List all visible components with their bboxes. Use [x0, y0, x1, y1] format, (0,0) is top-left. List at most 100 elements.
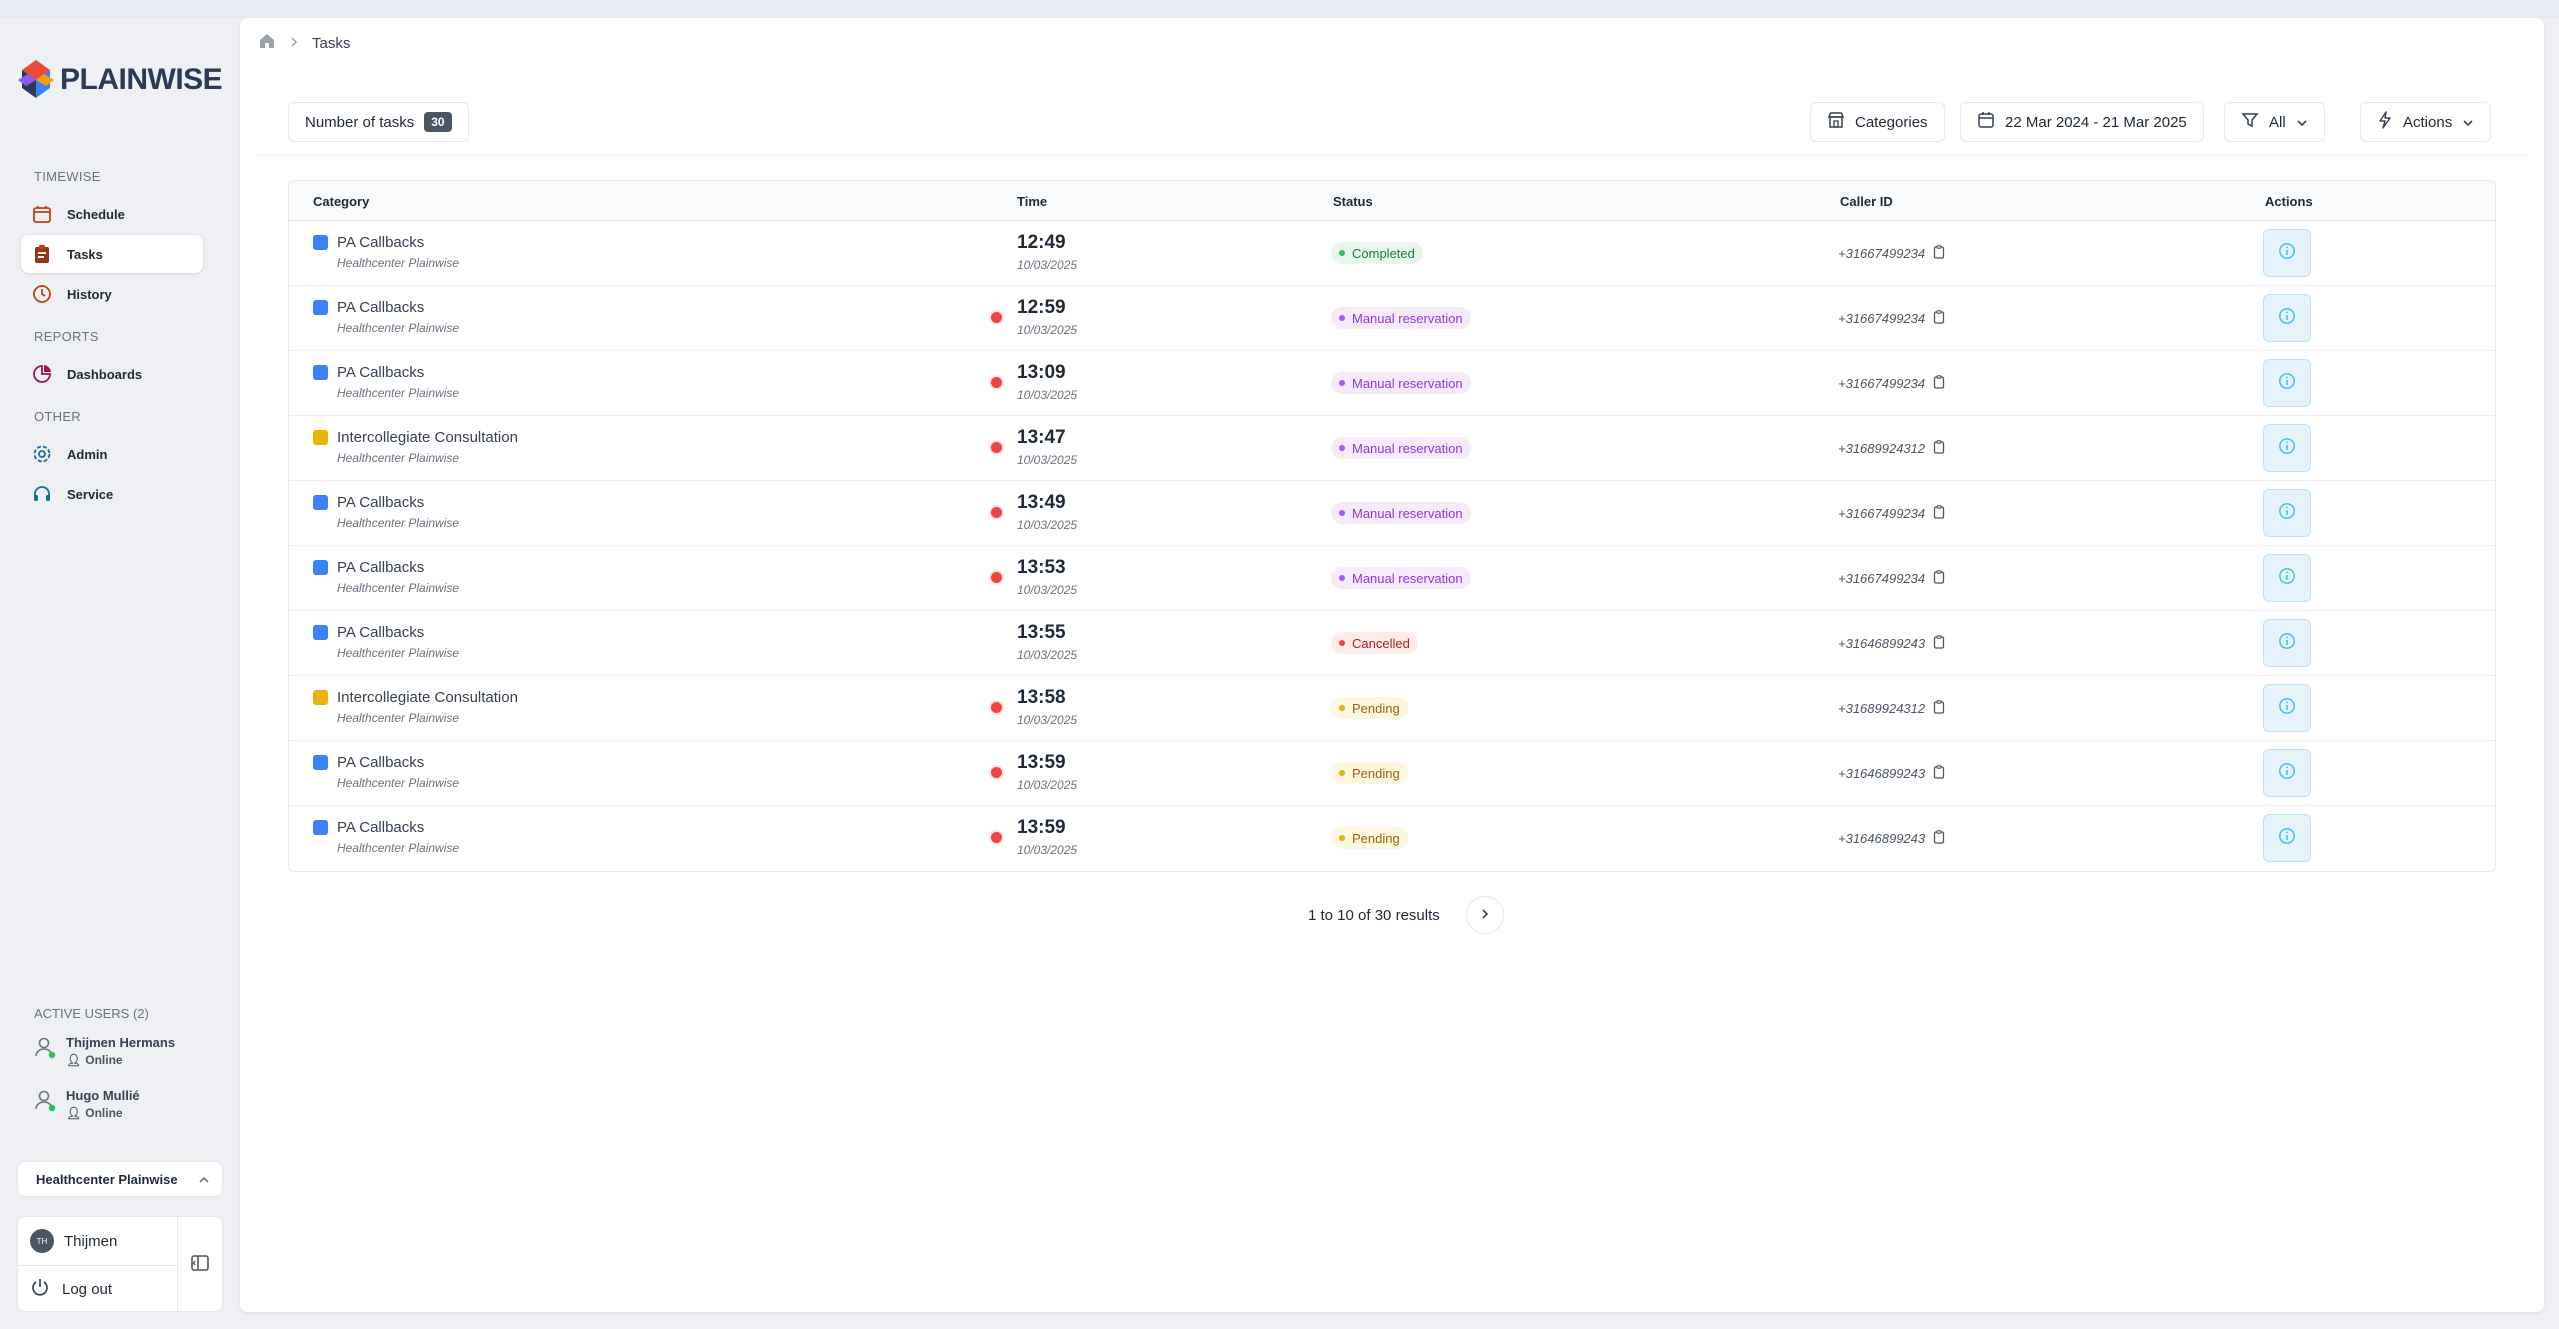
task-time: 13:09 [1017, 362, 1066, 383]
task-info-button[interactable] [2263, 554, 2311, 602]
sidebar-item-service[interactable]: Service [21, 475, 203, 513]
active-user-name: Thijmen Hermans [66, 1035, 176, 1050]
pagination: 1 to 10 of 30 results [1308, 896, 1504, 934]
copy-icon[interactable] [1933, 830, 1945, 847]
pie-chart-icon [31, 363, 53, 385]
status-label: Manual reservation [1352, 505, 1463, 521]
header-time[interactable]: Time [1017, 194, 1047, 209]
brand-logo[interactable]: PLAINWISE [16, 58, 223, 102]
filter-button[interactable]: All [2224, 102, 2325, 142]
copy-icon[interactable] [1933, 245, 1945, 262]
header-status[interactable]: Status [1333, 194, 1373, 209]
caller-id: +31667499234 [1838, 570, 1945, 587]
task-time: 13:49 [1017, 492, 1066, 513]
clock-icon [31, 283, 53, 305]
account-user[interactable]: TH Thijmen [30, 1229, 117, 1253]
task-time: 13:58 [1017, 687, 1066, 708]
task-info-button[interactable] [2263, 619, 2311, 667]
sidebar-item-schedule[interactable]: Schedule [21, 195, 203, 233]
collapse-sidebar-button[interactable] [190, 1253, 210, 1278]
table-row[interactable]: PA Callbacks Healthcenter Plainwise 13:5… [289, 741, 2495, 806]
table-row[interactable]: PA Callbacks Healthcenter Plainwise 13:5… [289, 611, 2495, 676]
table-row[interactable]: PA Callbacks Healthcenter Plainwise 12:5… [289, 286, 2495, 351]
main-panel: Tasks Number of tasks 30 Categories 22 M… [240, 18, 2544, 1312]
caller-id: +31646899243 [1838, 635, 1945, 652]
task-time: 12:49 [1017, 232, 1066, 253]
sidebar-item-admin[interactable]: Admin [21, 435, 203, 473]
table-row[interactable]: PA Callbacks Healthcenter Plainwise 13:0… [289, 351, 2495, 416]
category-organization: Healthcenter Plainwise [337, 776, 460, 790]
table-row[interactable]: PA Callbacks Healthcenter Plainwise 13:5… [289, 546, 2495, 611]
category-organization: Healthcenter Plainwise [337, 581, 460, 595]
overdue-indicator [991, 377, 1002, 388]
copy-icon[interactable] [1933, 635, 1945, 652]
overdue-indicator [991, 507, 1002, 518]
task-date: 10/03/2025 [1017, 583, 1078, 597]
section-title-other: OTHER [34, 409, 81, 424]
table-row[interactable]: Intercollegiate Consultation Healthcente… [289, 416, 2495, 481]
task-info-button[interactable] [2263, 424, 2311, 472]
caller-id: +31689924312 [1838, 700, 1945, 717]
copy-icon[interactable] [1933, 700, 1945, 717]
table-row[interactable]: PA Callbacks Healthcenter Plainwise 13:4… [289, 481, 2495, 546]
copy-icon[interactable] [1933, 765, 1945, 782]
table-row[interactable]: PA Callbacks Healthcenter Plainwise 13:5… [289, 806, 2495, 871]
copy-icon[interactable] [1933, 505, 1945, 522]
header-caller-id[interactable]: Caller ID [1840, 194, 1893, 209]
category-color-swatch [313, 820, 328, 835]
task-info-button[interactable] [2263, 489, 2311, 537]
categories-button[interactable]: Categories [1810, 102, 1945, 142]
task-info-button[interactable] [2263, 684, 2311, 732]
status-badge: Pending [1331, 762, 1408, 784]
task-info-button[interactable] [2263, 229, 2311, 277]
category-color-swatch [313, 755, 328, 770]
logout-button[interactable]: Log out [30, 1277, 112, 1301]
sidebar-item-dashboards[interactable]: Dashboards [21, 355, 203, 393]
organization-select[interactable]: Healthcenter Plainwise [17, 1161, 223, 1197]
header-category[interactable]: Category [313, 194, 369, 209]
table-row[interactable]: Intercollegiate Consultation Healthcente… [289, 676, 2495, 741]
task-time: 13:53 [1017, 557, 1066, 578]
section-title-timewise: TIMEWISE [34, 169, 101, 184]
task-info-button[interactable] [2263, 294, 2311, 342]
category-organization: Healthcenter Plainwise [337, 386, 460, 400]
category-name: PA Callbacks [337, 819, 425, 836]
gear-icon [31, 443, 53, 465]
category-organization: Healthcenter Plainwise [337, 841, 460, 855]
next-page-button[interactable] [1465, 896, 1504, 934]
user-small-icon: 👤︎ [66, 1053, 82, 1067]
home-icon[interactable] [258, 32, 276, 54]
task-date: 10/03/2025 [1017, 843, 1078, 857]
date-range-button[interactable]: 22 Mar 2024 - 21 Mar 2025 [1960, 102, 2204, 142]
copy-icon[interactable] [1933, 570, 1945, 587]
caller-id: +31667499234 [1838, 310, 1945, 327]
status-label: Manual reservation [1352, 375, 1463, 391]
task-date: 10/03/2025 [1017, 258, 1078, 272]
actions-dropdown[interactable]: Actions [2360, 102, 2492, 142]
status-label: Pending [1352, 700, 1400, 716]
active-user[interactable]: Hugo Mullié 👤︎ Online [34, 1088, 140, 1120]
sidebar-item-history[interactable]: History [21, 275, 203, 313]
copy-icon[interactable] [1933, 375, 1945, 392]
active-user-name: Hugo Mullié [66, 1088, 140, 1103]
task-info-button[interactable] [2263, 359, 2311, 407]
task-info-button[interactable] [2263, 814, 2311, 862]
table-row[interactable]: PA Callbacks Healthcenter Plainwise 12:4… [289, 221, 2495, 286]
caller-number: +31646899243 [1838, 636, 1926, 651]
sidebar-item-label: Tasks [67, 246, 103, 262]
category-organization: Healthcenter Plainwise [337, 646, 460, 660]
category-organization: Healthcenter Plainwise [337, 516, 460, 530]
task-count-label: Number of tasks [305, 113, 415, 131]
calendar-icon [1977, 111, 1995, 133]
category-organization: Healthcenter Plainwise [337, 711, 460, 725]
status-label: Manual reservation [1352, 570, 1463, 586]
active-user[interactable]: Thijmen Hermans 👤︎ Online [34, 1035, 175, 1067]
task-info-button[interactable] [2263, 749, 2311, 797]
category-color-swatch [313, 430, 328, 445]
task-date: 10/03/2025 [1017, 453, 1078, 467]
copy-icon[interactable] [1933, 440, 1945, 457]
chevron-down-icon [2462, 114, 2474, 131]
sidebar-item-tasks[interactable]: Tasks [21, 235, 203, 273]
copy-icon[interactable] [1933, 310, 1945, 327]
category-organization: Healthcenter Plainwise [337, 321, 460, 335]
